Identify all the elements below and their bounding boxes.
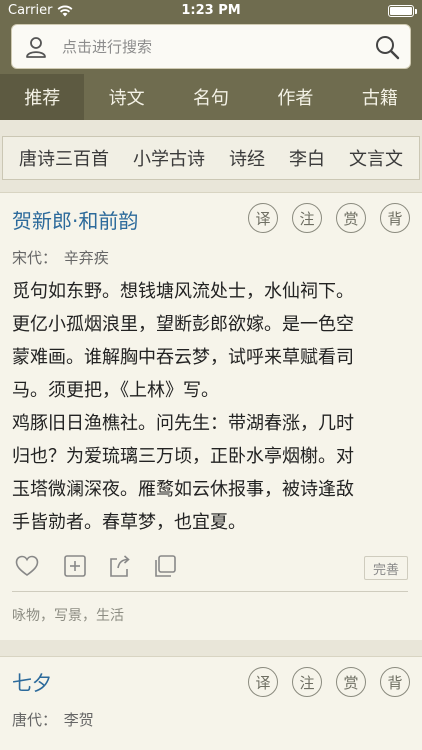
category-item[interactable]: 唐诗三百首	[19, 145, 109, 171]
battery-cap	[415, 9, 417, 14]
poem-card: 贺新郎·和前韵 译 注 赏 背 宋代： 辛弃疾 觅句如东野。想钱塘风流处士，水仙…	[0, 192, 422, 640]
category-bar: 唐诗三百首 小学古诗 诗经 李白 文言文	[2, 136, 420, 180]
tab-recommend[interactable]: 推荐	[0, 74, 85, 120]
annotate-button[interactable]: 注	[292, 203, 322, 233]
appreciate-button[interactable]: 赏	[336, 203, 366, 233]
status-bar: Carrier 1:23 PM	[0, 0, 422, 22]
poem-card: 七夕 译 注 赏 背 唐代： 李贺	[0, 656, 422, 750]
search-input[interactable]	[62, 33, 362, 61]
poem-line: 玉塔微澜深夜。雁鹜如云休报事，被诗逢敌	[12, 479, 354, 500]
nav-tabs: 推荐 诗文 名句 作者 古籍	[0, 74, 422, 120]
copy-icon[interactable]	[152, 553, 178, 579]
translate-button[interactable]: 译	[248, 667, 278, 697]
poem-line: 马。须更把，《上林》写。	[12, 380, 219, 401]
poem-tags[interactable]: 咏物，写景，生活	[12, 605, 124, 625]
annotate-button[interactable]: 注	[292, 667, 322, 697]
card-divider	[12, 591, 408, 592]
status-time: 1:23 PM	[181, 3, 241, 18]
poem-title[interactable]: 贺新郎·和前韵	[12, 205, 138, 234]
poem-line: 归也？为爱琉璃三万顷，正卧水亭烟榭。对	[12, 446, 354, 467]
recite-button[interactable]: 背	[380, 667, 410, 697]
share-icon[interactable]	[107, 553, 133, 579]
top-bar: Carrier 1:23 PM 推荐 诗文 名句 作者 古籍	[0, 0, 422, 120]
category-item[interactable]: 李白	[289, 145, 325, 171]
tab-classics[interactable]: 古籍	[338, 74, 422, 120]
search-bar[interactable]	[11, 24, 411, 69]
category-item[interactable]: 诗经	[229, 145, 265, 171]
user-icon[interactable]	[24, 35, 48, 59]
appreciate-button[interactable]: 赏	[336, 667, 366, 697]
poem-line: 手皆勍者。春草梦，也宜夏。	[12, 512, 246, 533]
add-icon[interactable]	[62, 553, 88, 579]
heart-icon[interactable]	[14, 553, 40, 579]
translate-button[interactable]: 译	[248, 203, 278, 233]
poem-content: 觅句如东野。想钱塘风流处士，水仙祠下。 更亿小孤烟浪里，望断彭郎欲嫁。是一色空 …	[12, 275, 412, 539]
tab-poems[interactable]: 诗文	[84, 74, 168, 120]
category-item[interactable]: 文言文	[349, 145, 403, 171]
poem-line: 鸡豚旧日渔樵社。问先生：带湖春涨，几时	[12, 413, 354, 434]
category-item[interactable]: 小学古诗	[133, 145, 205, 171]
poem-dynasty: 唐代：	[12, 711, 58, 729]
tab-authors[interactable]: 作者	[253, 74, 337, 120]
poem-author-line: 唐代： 李贺	[12, 709, 96, 730]
category-section: 唐诗三百首 小学古诗 诗经 李白 文言文	[0, 120, 422, 192]
tab-famous-lines[interactable]: 名句	[169, 74, 253, 120]
poem-line: 觅句如东野。想钱塘风流处士，水仙祠下。	[12, 281, 354, 302]
poem-dynasty: 宋代：	[12, 249, 58, 267]
poem-badges: 译 注 赏 背	[248, 203, 410, 233]
battery-icon	[388, 5, 414, 17]
poem-author[interactable]: 李贺	[64, 711, 94, 729]
improve-button[interactable]: 完善	[364, 556, 408, 580]
recite-button[interactable]: 背	[380, 203, 410, 233]
poem-title[interactable]: 七夕	[12, 667, 52, 696]
search-icon[interactable]	[374, 34, 400, 60]
poem-actions: 完善	[12, 553, 410, 583]
poem-line: 更亿小孤烟浪里，望断彭郎欲嫁。是一色空	[12, 314, 354, 335]
poem-line: 蒙难画。谁解胸中吞云梦，试呼来草赋看司	[12, 347, 354, 368]
poem-author[interactable]: 辛弃疾	[64, 249, 109, 267]
poem-badges: 译 注 赏 背	[248, 667, 410, 697]
poem-author-line: 宋代： 辛弃疾	[12, 247, 111, 268]
